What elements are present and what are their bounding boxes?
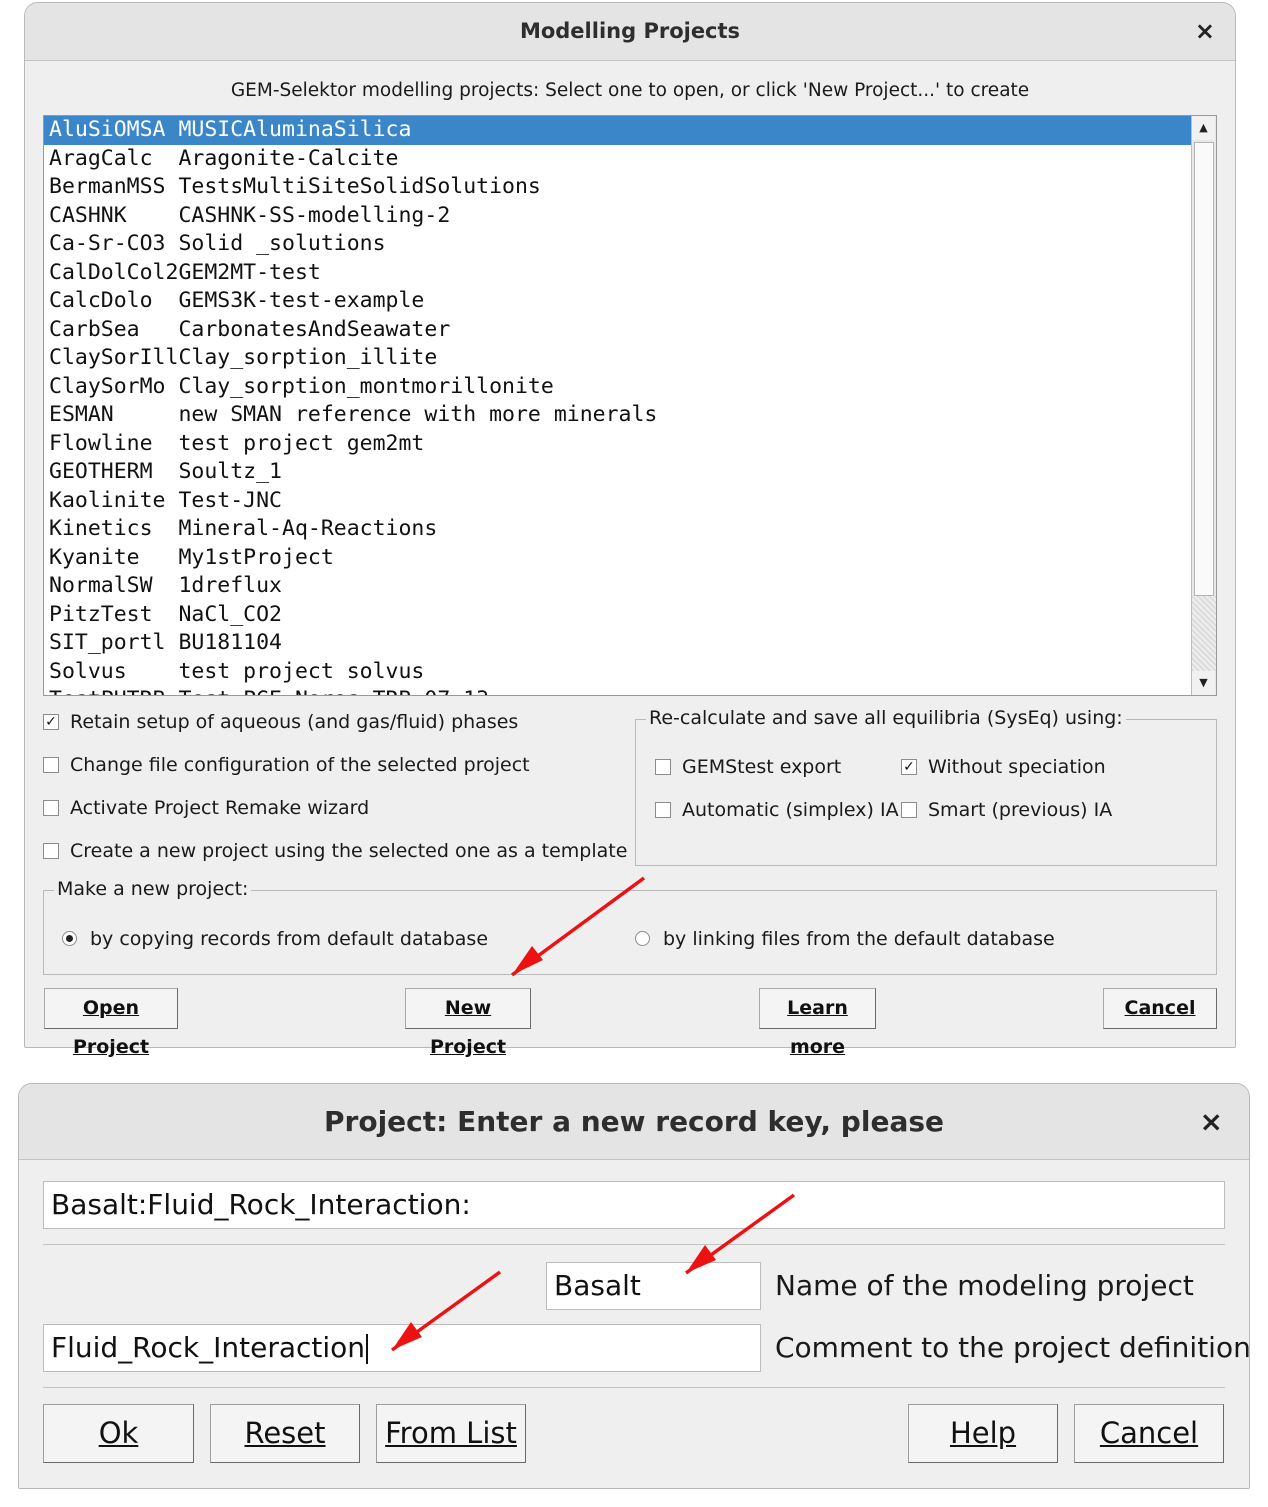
link-files-radio[interactable] — [635, 931, 650, 946]
project-list-item[interactable]: AluSiOMSA MUSICAluminaSilica — [44, 116, 1216, 145]
retain-setup-checkbox[interactable]: ✓ — [43, 714, 59, 730]
cancel-button[interactable]: Cancel — [1074, 1404, 1224, 1463]
ok-button[interactable]: Ok — [43, 1404, 194, 1463]
project-list-item[interactable]: CalDolCol2GEM2MT-test — [44, 259, 1216, 288]
dialog-titlebar: Modelling Projects — [25, 3, 1235, 61]
change-file-config-label: Change file configuration of the selecte… — [70, 754, 530, 776]
template-checkbox[interactable] — [43, 843, 59, 859]
project-list-item[interactable]: TestPHTRB Test PGE-Noros TRB-07-13 — [44, 686, 1216, 695]
automatic-ia-label: Automatic (simplex) IA — [682, 799, 899, 821]
project-list-item[interactable]: Ca-Sr-CO3 Solid _solutions — [44, 230, 1216, 259]
divider — [43, 1244, 1225, 1245]
project-list-item[interactable]: ESMAN new SMAN reference with more miner… — [44, 401, 1216, 430]
recalc-group — [635, 719, 1217, 866]
project-list-item[interactable]: NormalSW 1dreflux — [44, 572, 1216, 601]
gemstest-export-label: GEMStest export — [682, 756, 842, 778]
without-speciation-checkbox[interactable]: ✓ — [901, 759, 917, 775]
project-list-item[interactable]: PitzTest NaCl_CO2 — [44, 601, 1216, 630]
project-list-item[interactable]: Solvus test project solvus — [44, 658, 1216, 687]
help-button[interactable]: Help — [908, 1404, 1058, 1463]
project-list-item[interactable]: Flowline test project gem2mt — [44, 430, 1216, 459]
dialog2-titlebar: Project: Enter a new record key, please — [19, 1084, 1249, 1160]
remake-wizard-label: Activate Project Remake wizard — [70, 797, 370, 819]
project-list-item[interactable]: AragCalc Aragonite-Calcite — [44, 145, 1216, 174]
from-list-button[interactable]: From List — [376, 1404, 526, 1463]
project-list-item[interactable]: GEOTHERM Soultz_1 — [44, 458, 1216, 487]
project-comment-label: Comment to the project definition — [775, 1331, 1251, 1364]
project-rows: AluSiOMSA MUSICAluminaSilica AragCalc Ara… — [44, 116, 1216, 695]
copy-records-label: by copying records from default database — [90, 928, 489, 950]
without-speciation-label: Without speciation — [928, 756, 1106, 778]
project-list-item[interactable]: ClaySorIllClay_sorption_illite — [44, 344, 1216, 373]
recalc-group-title: Re-calculate and save all equilibria (Sy… — [646, 707, 1126, 729]
project-list-item[interactable]: Kinetics Mineral-Aq-Reactions — [44, 515, 1216, 544]
project-list-item[interactable]: CASHNK CASHNK-SS-modelling-2 — [44, 202, 1216, 231]
record-key-dialog: Project: Enter a new record key, please … — [18, 1083, 1251, 1489]
project-comment-field[interactable]: Fluid_Rock_Interaction — [43, 1324, 761, 1372]
project-list-item[interactable]: SIT_portl BU181104 — [44, 629, 1216, 658]
change-file-config-checkbox[interactable] — [43, 757, 59, 773]
close-icon[interactable]: × — [1195, 17, 1215, 45]
new-project-button[interactable]: New Project — [405, 988, 531, 1058]
smart-ia-label: Smart (previous) IA — [928, 799, 1113, 821]
cancel-button[interactable]: Cancel — [1103, 988, 1217, 1029]
record-key-field[interactable]: Basalt:Fluid_Rock_Interaction: — [43, 1181, 1225, 1229]
gemstest-export-checkbox[interactable] — [655, 759, 671, 775]
dialog2-title: Project: Enter a new record key, please — [324, 1105, 944, 1138]
close-icon[interactable]: × — [1200, 1105, 1223, 1138]
new-project-group-title: Make a new project: — [54, 878, 252, 900]
open-project-button[interactable]: Open Project — [44, 988, 178, 1058]
copy-records-radio[interactable] — [62, 931, 77, 946]
modelling-projects-dialog: Modelling Projects × GEM-Selektor modell… — [24, 2, 1236, 1058]
retain-setup-label: Retain setup of aqueous (and gas/fluid) … — [70, 711, 519, 733]
automatic-ia-checkbox[interactable] — [655, 802, 671, 818]
divider — [43, 1387, 1225, 1388]
scroll-up-icon[interactable]: ▲ — [1192, 116, 1215, 140]
link-files-label: by linking files from the default databa… — [663, 928, 1055, 950]
project-list-item[interactable]: CalcDolo GEMS3K-test-example — [44, 287, 1216, 316]
scrollbar-thumb[interactable] — [1194, 142, 1214, 596]
project-name-label: Name of the modeling project — [775, 1269, 1194, 1302]
project-list[interactable]: AluSiOMSA MUSICAluminaSilica AragCalc Ara… — [43, 115, 1217, 696]
reset-button[interactable]: Reset — [210, 1404, 360, 1463]
learn-more-button[interactable]: Learn more — [759, 988, 876, 1058]
scrollbar-track[interactable] — [1192, 596, 1216, 671]
project-name-field[interactable]: Basalt — [546, 1262, 761, 1310]
scroll-down-icon[interactable]: ▼ — [1192, 671, 1215, 695]
text-cursor — [366, 1334, 369, 1364]
dialog-title: Modelling Projects — [519, 19, 741, 43]
remake-wizard-checkbox[interactable] — [43, 800, 59, 816]
smart-ia-checkbox[interactable] — [901, 802, 917, 818]
project-list-item[interactable]: BermanMSS TestsMultiSiteSolidSolutions — [44, 173, 1216, 202]
project-list-item[interactable]: Kyanite My1stProject — [44, 544, 1216, 573]
project-list-item[interactable]: CarbSea CarbonatesAndSeawater — [44, 316, 1216, 345]
template-label: Create a new project using the selected … — [70, 840, 628, 862]
projects-prompt: GEM-Selektor modelling projects: Select … — [230, 80, 1030, 101]
project-list-item[interactable]: ClaySorMo Clay_sorption_montmorillonite — [44, 373, 1216, 402]
project-list-item[interactable]: Kaolinite Test-JNC — [44, 487, 1216, 516]
list-scrollbar[interactable]: ▲ ▼ — [1191, 116, 1216, 695]
